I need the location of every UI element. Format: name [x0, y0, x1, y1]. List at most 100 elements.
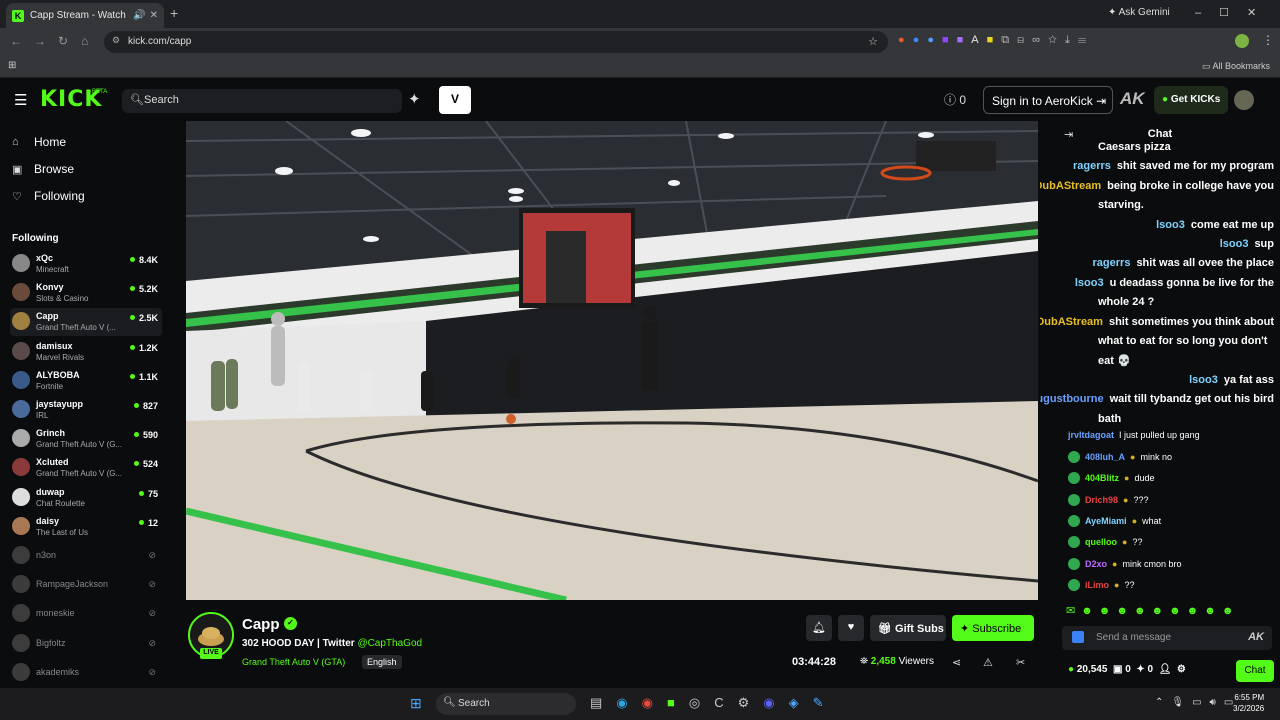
window-controls[interactable]: –☐✕: [1195, 6, 1274, 19]
chat-message[interactable]: iLimo ●??: [1068, 578, 1134, 591]
tab-close-icon[interactable]: ✕: [150, 10, 158, 21]
sidebar-channel-item[interactable]: duwap Chat Roulette 75: [10, 484, 162, 512]
sidebar-channel-item[interactable]: Konvy Slots & Casino 5.2K: [10, 279, 162, 307]
sidebar-channel-item[interactable]: daisy The Last of Us 12: [10, 513, 162, 541]
signin-aerokick-button[interactable]: Sign in to AeroKick ⇥: [983, 86, 1113, 114]
sidebar-channel-item[interactable]: n3on ⊘: [10, 542, 162, 570]
system-clock[interactable]: 6:55 PM 3/2/2026: [1233, 692, 1264, 714]
chat-username[interactable]: D2xo: [1085, 559, 1107, 569]
sparkle-icon[interactable]: ✦: [408, 90, 421, 108]
chat-message-input[interactable]: Send a message AK: [1062, 626, 1272, 650]
extension-ext-icon[interactable]: ●: [927, 34, 942, 46]
chat-username[interactable]: 408luh_A: [1085, 452, 1125, 462]
sidebar-channel-item[interactable]: jaystayupp IRL 827: [10, 396, 162, 424]
chat-message[interactable]: AyeMiami ● what: [1068, 514, 1161, 527]
settings-gear-icon[interactable]: ⚙: [1177, 664, 1186, 675]
chat-username[interactable]: lsoo3: [1075, 277, 1104, 289]
home-browser-icon[interactable]: ⌂: [81, 34, 88, 48]
extensions-puzzle-icon[interactable]: ⧉: [1001, 34, 1017, 46]
chat-message[interactable]: quelloo ●??: [1068, 536, 1142, 549]
chat-username[interactable]: jrvltdagoat: [1068, 430, 1114, 440]
c-app-icon[interactable]: C: [714, 695, 737, 710]
subscribe-button[interactable]: ✦ Subscribe: [952, 615, 1034, 641]
browser-menu-icon[interactable]: ⋮: [1262, 33, 1274, 47]
aerokick-logo-icon[interactable]: AK: [1120, 89, 1145, 109]
sidebar-item-browse[interactable]: ▣ Browse: [12, 162, 74, 176]
chat-username[interactable]: AyeMiami: [1085, 516, 1127, 526]
system-tray[interactable]: ⌃🎙︎▭🔊︎▭: [1155, 697, 1241, 708]
sparkle-icon[interactable]: ✦: [1136, 664, 1144, 675]
user-icon[interactable]: 👤︎: [1159, 664, 1172, 675]
back-icon[interactable]: ←: [10, 34, 22, 48]
apps-grid-icon[interactable]: ⊞: [8, 60, 16, 71]
extension-a-icon[interactable]: A: [971, 34, 986, 46]
chat-message[interactable]: D2xo ● mink cmon bro: [1068, 557, 1181, 570]
channel-name[interactable]: Capp: [242, 616, 280, 633]
sidebar-item-following[interactable]: ♡ Following: [12, 189, 85, 203]
chat-message[interactable]: 404Blitz ● dude: [1068, 472, 1154, 485]
bookmark-star-icon[interactable]: ☆: [868, 35, 878, 48]
all-bookmarks-button[interactable]: ▭ All Bookmarks: [1202, 61, 1270, 72]
emote-picker-icon[interactable]: [1072, 631, 1084, 643]
windows-start-icon[interactable]: ⊞: [410, 695, 422, 712]
share-icon[interactable]: ⋖: [952, 656, 961, 669]
sidebar-channel-item[interactable]: Capp Grand Theft Auto V (... 2.5K: [10, 308, 162, 337]
chat-username[interactable]: Drich98: [1085, 495, 1118, 505]
sidebar-channel-item[interactable]: Bigfoltz ⊘: [10, 630, 162, 658]
search-input[interactable]: 🔍︎ Search: [122, 89, 402, 113]
gift-subs-button[interactable]: 🎁︎ Gift Subs: [870, 615, 946, 641]
taskbar-search[interactable]: 🔍︎ Search: [436, 693, 576, 715]
extension-fire-icon[interactable]: ●: [898, 34, 913, 46]
chat-username[interactable]: lsoo3: [1189, 374, 1218, 386]
extension-twitch-icon[interactable]: ■: [942, 34, 957, 46]
forward-icon[interactable]: →: [34, 34, 46, 48]
url-field[interactable]: ⚙ kick.com/capp ☆: [104, 31, 888, 53]
report-warning-icon[interactable]: ⚠: [983, 656, 993, 669]
sidebar-channel-item[interactable]: moneskie ⊘: [10, 600, 162, 628]
file-explorer-icon[interactable]: ▤: [590, 695, 616, 710]
browser-tab[interactable]: K Capp Stream - Watch Live ... 🔊 ✕: [6, 3, 164, 28]
chat-username[interactable]: augustbourne: [1040, 393, 1104, 405]
download-icon[interactable]: ⤓: [1065, 34, 1078, 46]
extension-link-icon[interactable]: ⊟: [1017, 34, 1032, 46]
sidebar-channel-item[interactable]: Xcluted Grand Theft Auto V (G... 524: [10, 454, 162, 482]
menu-hamburger-icon[interactable]: ☰: [14, 91, 27, 109]
chat-username[interactable]: 1DubAStream: [1040, 180, 1101, 192]
follow-heart-button[interactable]: ♥: [838, 615, 864, 641]
get-kicks-button[interactable]: ● Get KICKs: [1154, 86, 1228, 114]
steam-icon[interactable]: ◎: [689, 695, 714, 710]
ask-gemini-button[interactable]: ✦ Ask Gemini: [1108, 7, 1170, 18]
sidebar-channel-item[interactable]: damisux Marvel Rivals 1.2K: [10, 338, 162, 366]
chat-username[interactable]: iLimo: [1085, 580, 1109, 590]
chat-message[interactable]: 408luh_A ● mink no: [1068, 451, 1172, 463]
sidebar-channel-item[interactable]: ALYBOBA Fortnite 1.1K: [10, 367, 162, 395]
aerokick-icon[interactable]: AK: [1248, 631, 1264, 643]
sidebar-item-home[interactable]: ⌂ Home: [12, 135, 66, 149]
chat-username[interactable]: quelloo: [1085, 537, 1117, 547]
favorites-icon[interactable]: ☆: [1048, 34, 1065, 46]
extensions-toolbar[interactable]: ●●●■■A■⧉⊟∞☆⤓☰: [898, 34, 1094, 47]
send-chat-button[interactable]: Chat: [1236, 660, 1274, 682]
app-blue-icon[interactable]: ◈: [789, 695, 813, 710]
taskbar-apps[interactable]: ▤◉◉■◎C⚙◉◈✎: [590, 695, 837, 711]
chat-username[interactable]: ragerrs: [1093, 257, 1131, 269]
sidebar-channel-item[interactable]: Grinch Grand Theft Auto V (G... 590: [10, 425, 162, 453]
reply-message[interactable]: jrvltdagoat I just pulled up gang: [1068, 430, 1200, 440]
gift-icon[interactable]: ▣: [1113, 664, 1122, 675]
chat-username[interactable]: 404Blitz: [1085, 473, 1119, 483]
extension-k-icon[interactable]: ■: [957, 34, 972, 46]
twitter-handle-link[interactable]: @CapThaGod: [357, 638, 422, 649]
chrome-icon[interactable]: ◉: [642, 695, 667, 710]
language-tag[interactable]: English: [362, 655, 402, 669]
v-app-button[interactable]: V: [439, 86, 471, 114]
extension-blue-icon[interactable]: ●: [913, 34, 928, 46]
clip-icon[interactable]: ✂: [1016, 656, 1025, 669]
notifications-counter[interactable]: ⓘ 0: [944, 91, 966, 108]
reload-icon[interactable]: ↻: [58, 34, 68, 48]
chat-username[interactable]: lsoo3: [1156, 219, 1185, 231]
site-info-icon[interactable]: ⚙: [112, 35, 120, 46]
speaker-icon[interactable]: 🔊: [133, 10, 145, 21]
extension-yellow-icon[interactable]: ■: [987, 34, 1002, 46]
discord-icon[interactable]: ◉: [763, 695, 788, 710]
chat-username[interactable]: 1DubAStream: [1040, 316, 1103, 328]
